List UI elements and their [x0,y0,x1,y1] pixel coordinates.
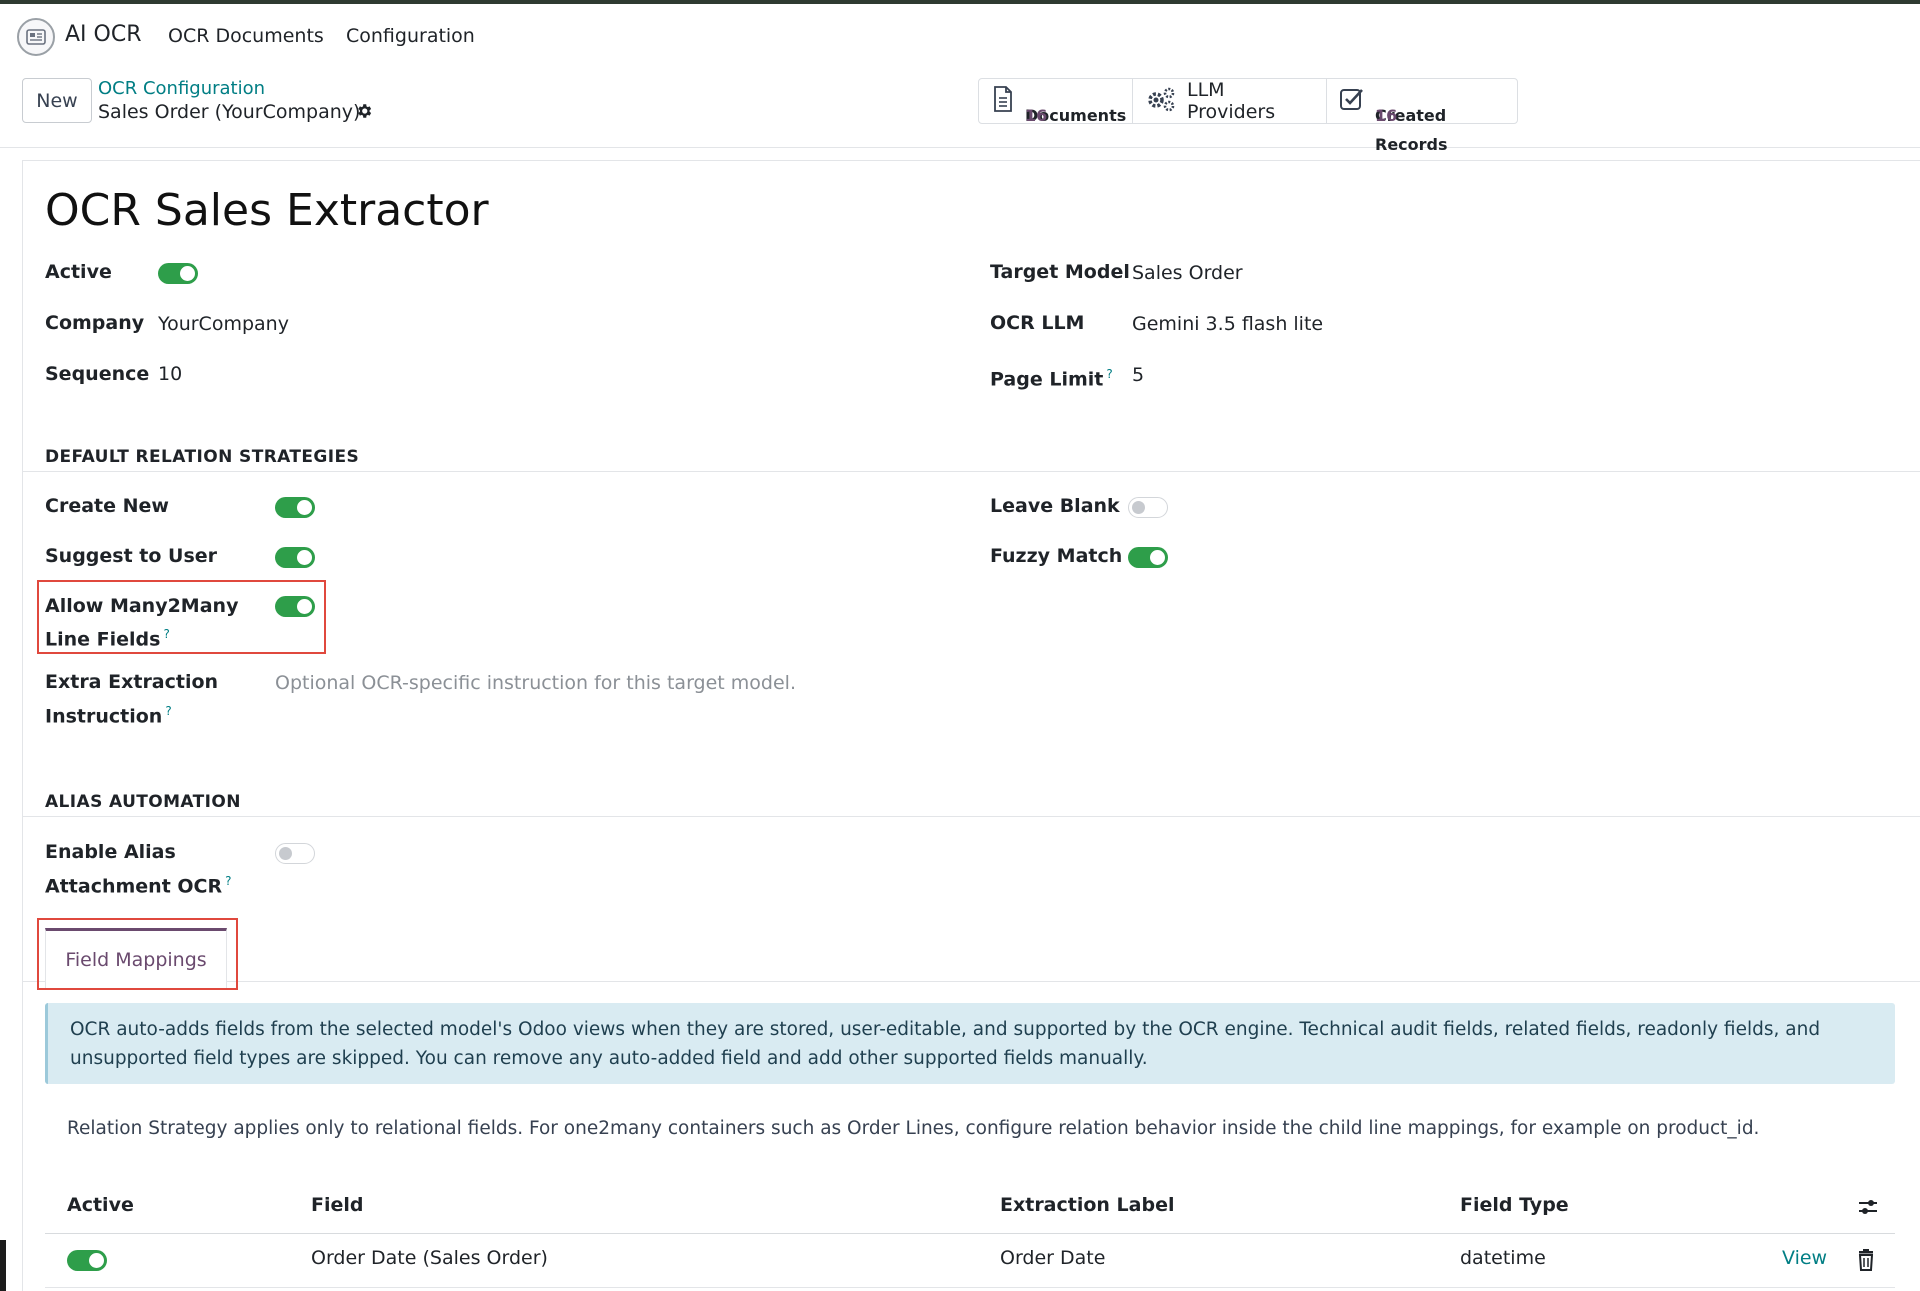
smart-buttons: Documents 16 LLM Providers Created Recor… [978,78,1518,154]
column-active[interactable]: Active [67,1194,134,1216]
checkbox-icon [1339,86,1365,116]
documents-smart-button[interactable]: Documents 16 [979,79,1133,125]
control-panel: New OCR Configuration Sales Order (YourC… [0,66,1920,154]
section-separator [22,471,1920,472]
menu-ocr-documents[interactable]: OCR Documents [168,25,324,47]
column-settings-icon[interactable] [1857,1196,1879,1222]
created-records-smart-button[interactable]: Created Records 16 [1327,79,1517,154]
m2m-label-line2: Line Fields? [45,627,170,651]
table-row-separator [45,1287,1895,1288]
document-icon [991,85,1015,117]
sequence-label: Sequence [45,363,150,385]
section-separator [22,816,1920,817]
tab-bar-line [22,981,1920,982]
app-logo-icon[interactable] [17,18,55,56]
relation-strategy-note: Relation Strategy applies only to relati… [67,1118,1760,1139]
enable-alias-label-line1: Enable Alias [45,841,176,863]
create-new-label: Create New [45,495,169,517]
alert-line-1: OCR auto-adds fields from the selected m… [70,1019,1821,1040]
column-field[interactable]: Field [311,1194,364,1216]
extra-instruction-label-line1: Extra Extraction [45,671,219,693]
allow-many2many-toggle[interactable] [275,596,315,617]
ocr-llm-value[interactable]: Gemini 3.5 flash lite [1132,310,1323,339]
documents-count: 16 [1025,106,1048,125]
company-label: Company [45,312,145,334]
m2m-label-line1: Allow Many2Many [45,595,239,617]
help-tooltip-icon[interactable]: ? [165,704,171,718]
create-new-toggle[interactable] [275,497,315,518]
ocr-llm-label: OCR LLM [990,312,1085,334]
page-limit-value[interactable]: 5 [1132,361,1144,390]
leave-blank-label: Leave Blank [990,495,1120,517]
extra-instruction-label-line2: Instruction? [45,704,172,728]
section-default-relation: DEFAULT RELATION STRATEGIES [45,447,360,467]
leave-blank-toggle[interactable] [1128,497,1168,518]
target-model-value[interactable]: Sales Order [1132,259,1243,288]
cogs-icon [1145,85,1177,117]
column-extraction-label[interactable]: Extraction Label [1000,1194,1175,1216]
top-navbar: AI OCR OCR Documents Configuration [0,4,1920,66]
record-title[interactable]: OCR Sales Extractor [45,185,489,236]
sequence-value[interactable]: 10 [158,360,182,389]
gear-icon[interactable] [355,102,373,124]
active-toggle[interactable] [158,263,198,284]
row-field[interactable]: Order Date (Sales Order) [311,1247,548,1269]
breadcrumb-current: Sales Order (YourCompany) [98,101,361,123]
created-records-count: 16 [1375,106,1398,125]
help-tooltip-icon[interactable]: ? [225,874,231,888]
target-model-label: Target Model [990,261,1130,283]
row-view-link[interactable]: View [1782,1247,1827,1269]
table-header-separator [45,1233,1895,1234]
tab-field-mappings[interactable]: Field Mappings [45,928,227,988]
suggest-to-user-label: Suggest to User [45,545,218,567]
row-active-toggle[interactable] [67,1250,107,1271]
page-limit-label: Page Limit? [990,367,1113,391]
column-field-type[interactable]: Field Type [1460,1194,1569,1216]
company-value[interactable]: YourCompany [158,310,289,339]
breadcrumb-parent[interactable]: OCR Configuration [98,78,265,99]
alert-line-2: unsupported field types are skipped. You… [70,1048,1148,1069]
window-corner [0,1240,6,1291]
section-alias-automation: ALIAS AUTOMATION [45,792,241,812]
row-extraction-label[interactable]: Order Date [1000,1247,1105,1269]
llm-providers-smart-button[interactable]: LLM Providers [1133,79,1327,123]
help-tooltip-icon[interactable]: ? [163,627,169,641]
active-label: Active [45,261,112,283]
llm-providers-label: LLM Providers [1187,79,1276,123]
menu-configuration[interactable]: Configuration [346,25,475,47]
new-button[interactable]: New [22,78,92,123]
enable-alias-label-line2: Attachment OCR? [45,874,232,898]
fuzzy-match-toggle[interactable] [1128,547,1168,568]
info-alert: OCR auto-adds fields from the selected m… [45,1003,1895,1084]
row-field-type[interactable]: datetime [1460,1247,1546,1269]
trash-icon[interactable] [1856,1249,1876,1275]
suggest-to-user-toggle[interactable] [275,547,315,568]
fuzzy-match-label: Fuzzy Match [990,545,1123,567]
extra-instruction-input[interactable]: Optional OCR-specific instruction for th… [275,672,796,694]
enable-alias-toggle[interactable] [275,843,315,864]
help-tooltip-icon[interactable]: ? [1106,367,1112,381]
app-name[interactable]: AI OCR [65,22,142,47]
